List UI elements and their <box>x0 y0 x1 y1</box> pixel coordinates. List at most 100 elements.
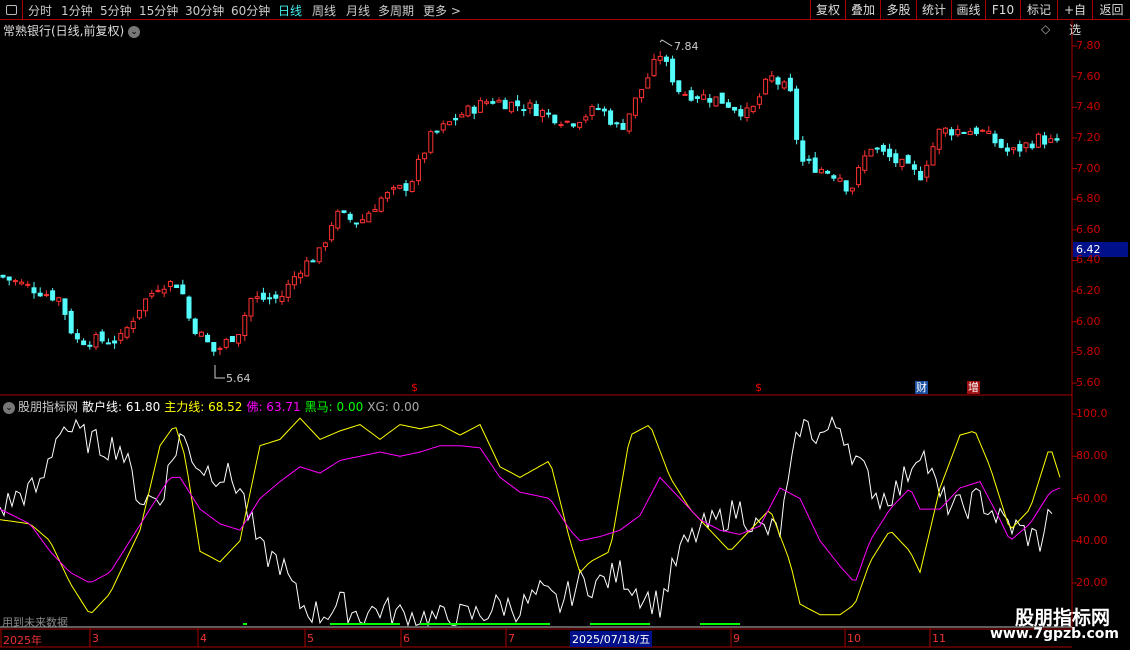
candle-body <box>713 96 719 107</box>
candle-body <box>1023 142 1029 149</box>
candle-body <box>546 112 552 115</box>
candle-body <box>242 314 248 336</box>
price-axis-label: 7.60 <box>1076 69 1101 83</box>
candle-body <box>645 77 651 89</box>
candle-body <box>856 167 862 186</box>
candle-body <box>205 334 211 343</box>
candle-body <box>440 123 446 131</box>
candle-body <box>254 296 260 299</box>
candle-body <box>980 129 986 132</box>
toolbar-action-4[interactable]: 画线 <box>951 0 985 20</box>
candle-body <box>347 213 353 220</box>
period-tab-1[interactable]: 1分钟 <box>61 2 93 19</box>
candle-body <box>552 114 558 124</box>
candle-body <box>118 333 124 341</box>
period-tab-2[interactable]: 5分钟 <box>100 2 132 19</box>
indicator-axis-label: 20.00 <box>1076 576 1108 589</box>
candle-body <box>632 97 638 116</box>
candle-body <box>198 331 204 337</box>
event-marker[interactable]: $ <box>410 381 419 394</box>
candle-body <box>936 128 942 150</box>
candle-body <box>167 280 173 287</box>
toolbar-action-5[interactable]: F10 <box>985 0 1020 20</box>
candle-body <box>806 158 812 161</box>
indicator-value-1: 主力线: 68.52 <box>164 400 243 414</box>
candle-body <box>136 309 142 319</box>
candle-body <box>769 75 775 82</box>
candle-body <box>961 131 967 134</box>
candle-body <box>93 334 99 348</box>
candle-body <box>868 148 874 157</box>
candle-body <box>186 296 192 319</box>
candle-body <box>1054 138 1060 141</box>
period-tab-0[interactable]: 分时 <box>28 2 52 19</box>
toolbar-action-7[interactable]: +自选 <box>1057 0 1092 37</box>
price-axis-label: 7.40 <box>1076 100 1101 114</box>
candle-body <box>1042 135 1048 145</box>
candle-body <box>887 148 893 158</box>
watermark-url: www.7gpzb.com <box>990 626 1120 642</box>
candle-body <box>577 121 583 128</box>
period-tab-4[interactable]: 30分钟 <box>185 2 224 19</box>
candle-body <box>360 219 366 224</box>
toolbar-action-8[interactable]: 返回 <box>1092 0 1130 20</box>
date-label: 5 <box>307 632 314 645</box>
period-tab-7[interactable]: 周线 <box>312 2 336 19</box>
toolbar-action-0[interactable]: 复权 <box>810 0 845 20</box>
price-axis-label: 7.20 <box>1076 130 1101 144</box>
candle-body <box>955 129 961 136</box>
chart-canvas[interactable]: 7.84 5.64 <box>0 0 1130 650</box>
candle-body <box>465 105 471 117</box>
indicator-axis-label: 60.00 <box>1076 491 1108 505</box>
candle-body <box>329 225 335 241</box>
candle-body <box>477 100 483 113</box>
candle-body <box>372 209 378 212</box>
candle-body <box>949 129 955 136</box>
candle-body <box>223 338 229 348</box>
period-tab-9[interactable]: 多周期 <box>378 2 414 19</box>
date-label: 9 <box>733 632 740 645</box>
candle-body <box>849 187 855 192</box>
candle-body <box>25 283 31 286</box>
candle-body <box>31 287 37 294</box>
candle-body <box>180 284 186 295</box>
candle-body <box>998 139 1004 148</box>
price-axis-label: 5.60 <box>1076 376 1101 390</box>
candle-body <box>738 109 744 117</box>
candle-body <box>397 184 403 189</box>
toolbar-action-3[interactable]: 统计 <box>916 0 951 20</box>
date-label: 11 <box>932 632 946 645</box>
candle-body <box>291 276 297 286</box>
candle-body <box>589 106 595 117</box>
future-data-note: 用到未来数据 <box>2 616 68 629</box>
candle-body <box>211 341 217 352</box>
period-tab-10[interactable]: 更多 > <box>423 2 461 19</box>
period-tab-8[interactable]: 月线 <box>346 2 370 19</box>
diamond-icon[interactable]: ◇ <box>1041 22 1050 36</box>
indicator-axis-label: 40.00 <box>1076 533 1108 547</box>
period-tab-6[interactable]: 日线 <box>278 2 302 19</box>
series-line-散户线 <box>0 415 1053 628</box>
candle-body <box>663 56 669 62</box>
period-tab-3[interactable]: 15分钟 <box>139 2 178 19</box>
max-price-label: 7.84 <box>674 40 699 53</box>
price-axis-label: 6.60 <box>1076 222 1101 236</box>
candle-body <box>992 133 998 144</box>
event-marker[interactable]: $ <box>754 381 763 394</box>
toolbar-action-6[interactable]: 标记 <box>1020 0 1057 20</box>
period-tab-5[interactable]: 60分钟 <box>231 2 270 19</box>
candle-body <box>62 298 68 315</box>
candle-body <box>831 175 837 179</box>
event-marker[interactable]: 财 <box>915 381 928 394</box>
event-marker[interactable]: 增 <box>967 381 980 394</box>
toolbar-action-2[interactable]: 多股 <box>880 0 916 20</box>
series-line-主力线 <box>0 417 1061 616</box>
selected-date: 2025/07/18/五 <box>570 631 653 647</box>
toolbar-action-1[interactable]: 叠加 <box>845 0 880 20</box>
candle-body <box>918 170 924 181</box>
chevron-down-icon[interactable]: ⌄ <box>3 401 15 414</box>
candle-body <box>112 340 118 344</box>
candle-body <box>434 130 440 133</box>
candle-body <box>43 294 49 297</box>
candle-body <box>837 177 843 182</box>
